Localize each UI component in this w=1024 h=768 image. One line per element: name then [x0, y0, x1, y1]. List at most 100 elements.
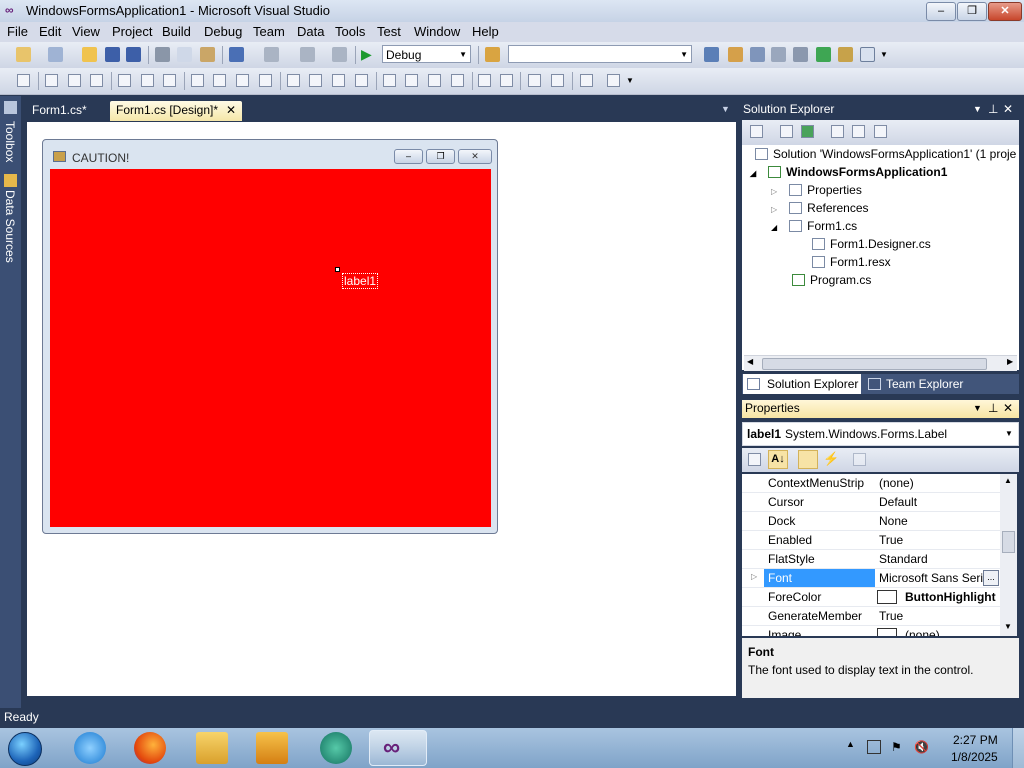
horizontal-scrollbar[interactable]: ◀ ▶ [744, 355, 1017, 371]
menu-debug[interactable]: Debug [204, 24, 242, 39]
view-code-icon[interactable] [831, 125, 844, 138]
align-bottoms-icon[interactable] [163, 74, 176, 87]
decrease-horizontal-spacing-icon[interactable] [332, 74, 345, 87]
selection-handle[interactable] [335, 267, 340, 272]
undo-icon[interactable] [229, 47, 244, 62]
add-item-icon[interactable] [48, 47, 63, 62]
make-same-width-icon[interactable] [191, 74, 204, 87]
property-row[interactable]: FlatStyle Standard [742, 550, 1000, 569]
pin-icon[interactable]: ⊥ [988, 101, 998, 118]
properties-view-icon[interactable] [798, 450, 818, 469]
save-all-icon[interactable] [126, 47, 141, 62]
events-icon[interactable]: ⚡ [823, 451, 839, 467]
clock-date[interactable]: 1/8/2025 [951, 750, 998, 764]
close-panel-icon[interactable]: ✕ [1003, 400, 1013, 417]
menu-team[interactable]: Team [253, 24, 285, 39]
tree-project[interactable]: ◢ WindowsFormsApplication1 [750, 165, 947, 179]
tree-form1-cs[interactable]: ◢ Form1.cs [771, 219, 857, 233]
close-tab-icon[interactable]: ✕ [226, 101, 236, 120]
tab-solution-explorer[interactable]: Solution Explorer [743, 374, 861, 394]
remove-vertical-spacing-icon[interactable] [451, 74, 464, 87]
extension-manager-icon[interactable] [793, 47, 808, 62]
align-to-grid-icon[interactable] [17, 74, 30, 87]
vertical-spacing-icon[interactable] [383, 74, 396, 87]
menu-window[interactable]: Window [414, 24, 460, 39]
tab-dropdown-icon[interactable]: ▼ [721, 104, 730, 114]
menu-file[interactable]: File [7, 24, 28, 39]
toolbox-icon[interactable] [771, 47, 786, 62]
menu-project[interactable]: Project [112, 24, 152, 39]
command-window-icon[interactable] [838, 47, 853, 62]
alphabetical-icon[interactable]: A↓ [768, 450, 788, 469]
volume-muted-icon[interactable]: 🔇 [914, 740, 930, 754]
form-client-area[interactable]: label1 [50, 169, 491, 527]
properties-icon[interactable] [750, 125, 763, 138]
toolbox-tab[interactable]: Toolbox [3, 121, 17, 162]
firefox-icon[interactable] [134, 732, 166, 764]
cut-icon[interactable] [155, 47, 170, 62]
increase-vertical-spacing-icon[interactable] [405, 74, 418, 87]
tab-order-icon[interactable] [580, 74, 593, 87]
menu-edit[interactable]: Edit [39, 24, 61, 39]
decrease-vertical-spacing-icon[interactable] [428, 74, 441, 87]
solution-explorer-icon[interactable] [704, 47, 719, 62]
navigate-forward-icon[interactable] [332, 47, 347, 62]
save-icon[interactable] [105, 47, 120, 62]
collapse-arrow-icon[interactable]: ◢ [750, 169, 756, 178]
remove-horizontal-spacing-icon[interactable] [355, 74, 368, 87]
property-row[interactable]: GenerateMember True [742, 607, 1000, 626]
object-selector[interactable]: label1 System.Windows.Forms.Label ▼ [742, 422, 1019, 446]
file-explorer-icon[interactable] [196, 732, 228, 764]
property-grid-scrollbar[interactable]: ▲ ▼ [1000, 474, 1017, 636]
label1-control[interactable]: label1 [342, 273, 379, 289]
property-row[interactable]: Image (none) [742, 626, 1000, 636]
tree-solution[interactable]: Solution 'WindowsFormsApplication1' (1 p… [755, 147, 1016, 161]
bring-to-front-icon[interactable] [528, 74, 541, 87]
find-combo[interactable]: ▼ [508, 45, 692, 63]
tab-team-explorer[interactable]: Team Explorer [864, 374, 994, 394]
open-file-icon[interactable] [82, 47, 97, 62]
window-position-icon[interactable]: ▼ [973, 400, 982, 417]
scroll-down-icon[interactable]: ▼ [1004, 622, 1012, 631]
expand-arrow-icon[interactable]: ▷ [771, 187, 777, 196]
close-panel-icon[interactable]: ✕ [1003, 101, 1013, 118]
align-middles-icon[interactable] [141, 74, 154, 87]
properties-window-icon[interactable] [728, 47, 743, 62]
make-same-size-icon[interactable] [259, 74, 272, 87]
property-row[interactable]: ForeColor ButtonHighlight [742, 588, 1000, 607]
media-player-icon[interactable] [256, 732, 288, 764]
property-row[interactable]: Enabled True [742, 531, 1000, 550]
navigate-backward-icon[interactable] [300, 47, 315, 62]
menu-tools[interactable]: Tools [335, 24, 365, 39]
show-hidden-icons-icon[interactable]: ▲ [846, 739, 855, 749]
menu-data[interactable]: Data [297, 24, 324, 39]
align-lefts-icon[interactable] [45, 74, 58, 87]
scroll-up-icon[interactable]: ▲ [1004, 476, 1012, 485]
align-tops-icon[interactable] [118, 74, 131, 87]
property-row[interactable]: ContextMenuStrip (none) [742, 474, 1000, 493]
data-sources-icon[interactable] [4, 174, 17, 187]
toolbox-icon[interactable] [4, 101, 17, 114]
tab-form1-design[interactable]: Form1.cs [Design]* ✕ [110, 101, 242, 121]
property-row[interactable]: Cursor Default [742, 493, 1000, 512]
menu-help[interactable]: Help [472, 24, 499, 39]
scrollbar-thumb[interactable] [1002, 531, 1015, 553]
make-same-height-icon[interactable] [236, 74, 249, 87]
align-centers-icon[interactable] [68, 74, 81, 87]
tab-form1-cs[interactable]: Form1.cs* [26, 101, 93, 121]
font-ellipsis-button[interactable]: ... [983, 570, 999, 586]
internet-explorer-icon[interactable] [74, 732, 106, 764]
action-center-flag-icon[interactable]: ⚑ [891, 740, 905, 754]
window-position-icon[interactable]: ▼ [973, 101, 982, 118]
size-to-grid-icon[interactable] [213, 74, 226, 87]
network-icon[interactable] [867, 740, 881, 754]
show-desktop-button[interactable] [1012, 728, 1024, 768]
tree-program-cs[interactable]: Program.cs [792, 273, 871, 287]
chevron-down-icon[interactable]: ▼ [626, 73, 641, 88]
align-rights-icon[interactable] [90, 74, 103, 87]
tree-form1-designer[interactable]: Form1.Designer.cs [812, 237, 931, 251]
tree-references[interactable]: ▷ References [771, 201, 869, 215]
center-vertically-icon[interactable] [500, 74, 513, 87]
collapse-arrow-icon[interactable]: ◢ [771, 223, 777, 232]
class-diagram-icon[interactable] [874, 125, 887, 138]
